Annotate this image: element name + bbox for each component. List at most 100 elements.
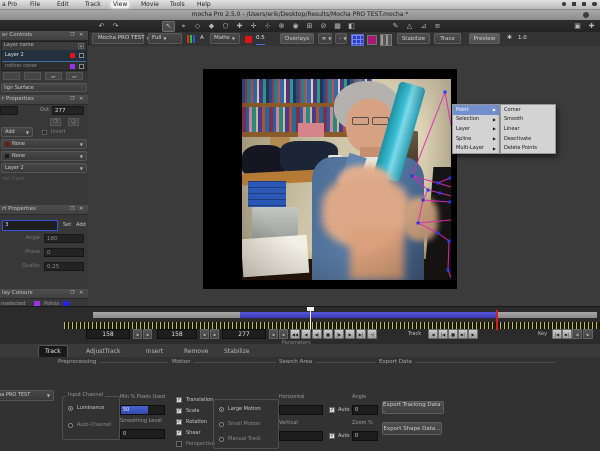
out-frame-field[interactable]: 277 xyxy=(222,329,266,339)
add-xspline-tool-icon[interactable]: ✛ xyxy=(248,22,259,31)
in-stepper-button[interactable]: ▪ xyxy=(133,329,142,339)
stop-button[interactable]: ■ xyxy=(323,329,333,339)
submenu-item-corner[interactable]: Corner xyxy=(501,105,555,115)
tab-remove[interactable]: Remove xyxy=(178,345,214,357)
delete-key-button[interactable]: ◀ xyxy=(572,329,582,339)
submenu-item-deactivate[interactable]: Deactivate xyxy=(501,134,555,144)
panel-close-icon[interactable]: ✕ xyxy=(79,97,83,102)
menu-file[interactable]: File xyxy=(30,1,40,8)
loop-button[interactable]: →| xyxy=(367,329,377,339)
menu-track[interactable]: Track xyxy=(85,1,101,8)
vertical-auto-checkbox[interactable]: ✓ xyxy=(329,433,335,439)
track-forwards-button[interactable]: ▶ xyxy=(468,329,478,339)
xspline-add-tool-icon[interactable]: ◆ xyxy=(206,22,217,31)
clip-selector[interactable]: Mocha PRO TEST ▼ xyxy=(92,33,144,44)
panel-float-icon[interactable]: ❐ xyxy=(70,291,74,296)
layer-down-button[interactable] xyxy=(24,72,41,80)
undo-icon[interactable]: ↶ xyxy=(96,22,107,31)
context-menu-item-multi-layer[interactable]: Multi-Layer▶ xyxy=(453,143,499,153)
scale-checkbox[interactable]: ✓ xyxy=(176,408,182,414)
in-frame-field[interactable]: 158 xyxy=(86,329,130,339)
menu-help[interactable]: Help xyxy=(197,1,211,8)
add-point-tool-icon[interactable]: ✚ xyxy=(234,22,245,31)
phase-field[interactable]: 0 xyxy=(44,248,84,257)
menu-movie[interactable]: Movie xyxy=(141,1,159,8)
link-dropdown-2[interactable]: None ▼ xyxy=(1,151,87,161)
smoothing-field[interactable]: 0 xyxy=(120,429,165,439)
context-menu-item-layer[interactable]: Layer▶ xyxy=(453,124,499,134)
stabilize-button[interactable]: Stabilize xyxy=(397,33,430,44)
submenu-item-delete-points[interactable]: Delete Points xyxy=(501,143,555,153)
luminance-radio[interactable] xyxy=(68,406,73,411)
track-clip-selector[interactable]: ha PRO TEST ▼ xyxy=(0,390,54,401)
surface-color-swatch[interactable] xyxy=(367,35,377,45)
menubar-status-icon[interactable] xyxy=(582,2,586,6)
preview-button[interactable]: Preview xyxy=(469,33,500,44)
out-frame-field[interactable]: 277 xyxy=(52,106,84,115)
menubar-status-icon[interactable] xyxy=(562,2,566,6)
invert-checkbox[interactable] xyxy=(42,130,47,135)
matte-opacity-field[interactable]: 0.5 xyxy=(256,36,265,45)
add-button[interactable]: Add xyxy=(76,223,86,228)
viewer-canvas[interactable] xyxy=(203,69,457,289)
step-forward-button[interactable]: |▶ xyxy=(334,329,344,339)
zoom-icon[interactable]: ✱ xyxy=(507,35,512,41)
wedge-tool-icon[interactable]: ⊿ xyxy=(418,22,429,31)
xspline-tool-icon[interactable]: ◇ xyxy=(192,22,203,31)
angle-field[interactable]: 180 xyxy=(44,234,84,243)
submenu-item-smooth[interactable]: Smooth xyxy=(501,115,555,125)
trace-button[interactable]: Trace xyxy=(434,33,461,44)
quality-field[interactable]: 0.25 xyxy=(44,262,84,271)
add-viewer-icon[interactable]: ✚ xyxy=(586,22,597,31)
marquee-tool-icon[interactable]: ⌖ xyxy=(178,22,189,31)
horizontal-field[interactable] xyxy=(279,405,323,415)
add-key-button[interactable]: ▶ xyxy=(583,329,593,339)
view-mode-selector[interactable]: Full ▼ xyxy=(148,33,182,44)
shear-checkbox[interactable]: ✓ xyxy=(176,430,182,436)
out-stepper-button[interactable]: ▪ xyxy=(279,329,288,339)
playhead-line[interactable] xyxy=(310,309,311,330)
frame-ruler[interactable] xyxy=(64,322,600,329)
out-stepper-button[interactable]: ▪ xyxy=(269,329,278,339)
layer-delete-button[interactable]: ▪▾ xyxy=(66,72,83,80)
in-stepper-button[interactable]: ▪ xyxy=(143,329,152,339)
link-to-track-dropdown[interactable]: Layer 2 ▼ xyxy=(1,163,87,173)
go-to-start-button[interactable]: ◀◀ xyxy=(290,329,300,339)
context-menu-item-spline[interactable]: Spline▶ xyxy=(453,134,499,144)
track-back-frame-button[interactable]: |◀ xyxy=(438,329,448,339)
rgb-channels-icon[interactable] xyxy=(187,35,196,43)
panel-float-icon[interactable]: ❐ xyxy=(70,207,74,212)
rotate-tool-icon[interactable]: ⊘ xyxy=(318,22,329,31)
window-widget-icon[interactable] xyxy=(583,12,589,18)
list-scroll-icon[interactable]: ▴ xyxy=(78,43,84,49)
export-shape-data-button[interactable]: Export Shape Data... xyxy=(382,422,442,435)
tab-insert[interactable]: Insert xyxy=(140,345,169,357)
zoom-value[interactable]: 1.0 xyxy=(518,36,527,42)
menu-app[interactable]: a Pro xyxy=(2,1,17,8)
tab-stabilize[interactable]: Stabilize xyxy=(218,345,256,357)
panel-close-icon[interactable]: ✕ xyxy=(79,291,83,296)
insert-layer-icon[interactable]: ❏ xyxy=(68,118,79,126)
matte-color-swatch[interactable] xyxy=(245,36,252,43)
manual-track-radio[interactable] xyxy=(219,437,224,442)
track-backwards-button[interactable]: ◀ xyxy=(428,329,438,339)
frame-number-field[interactable]: 3 xyxy=(2,220,58,231)
align-tool-icon[interactable]: ⊹ xyxy=(262,22,273,31)
horizontal-auto-checkbox[interactable]: ✓ xyxy=(329,407,335,413)
tab-partial[interactable]: ns xyxy=(0,345,5,357)
alpha-channel-icon[interactable]: A xyxy=(200,36,204,42)
next-key-button[interactable]: ▶| xyxy=(562,329,572,339)
in-frame-field[interactable] xyxy=(0,106,18,115)
panel-close-icon[interactable]: ✕ xyxy=(79,207,83,212)
context-menu-item-point[interactable]: Point▶ xyxy=(453,105,499,115)
panel-close-icon[interactable]: ✕ xyxy=(79,33,83,38)
translation-checkbox[interactable]: ✓ xyxy=(176,397,182,403)
redo-icon[interactable]: ↷ xyxy=(110,22,121,31)
play-button[interactable]: ▶ xyxy=(345,329,355,339)
layers-visibility-dropdown[interactable]: ≣▼ xyxy=(318,33,332,44)
min-pixels-slider[interactable]: 50 xyxy=(120,405,165,415)
layer-visibility-toggle[interactable] xyxy=(79,53,84,58)
go-to-end-button[interactable]: ▶| xyxy=(356,329,366,339)
list-tool-icon[interactable]: ≡ xyxy=(432,22,443,31)
pen-tool-icon[interactable]: ✎ xyxy=(390,22,401,31)
